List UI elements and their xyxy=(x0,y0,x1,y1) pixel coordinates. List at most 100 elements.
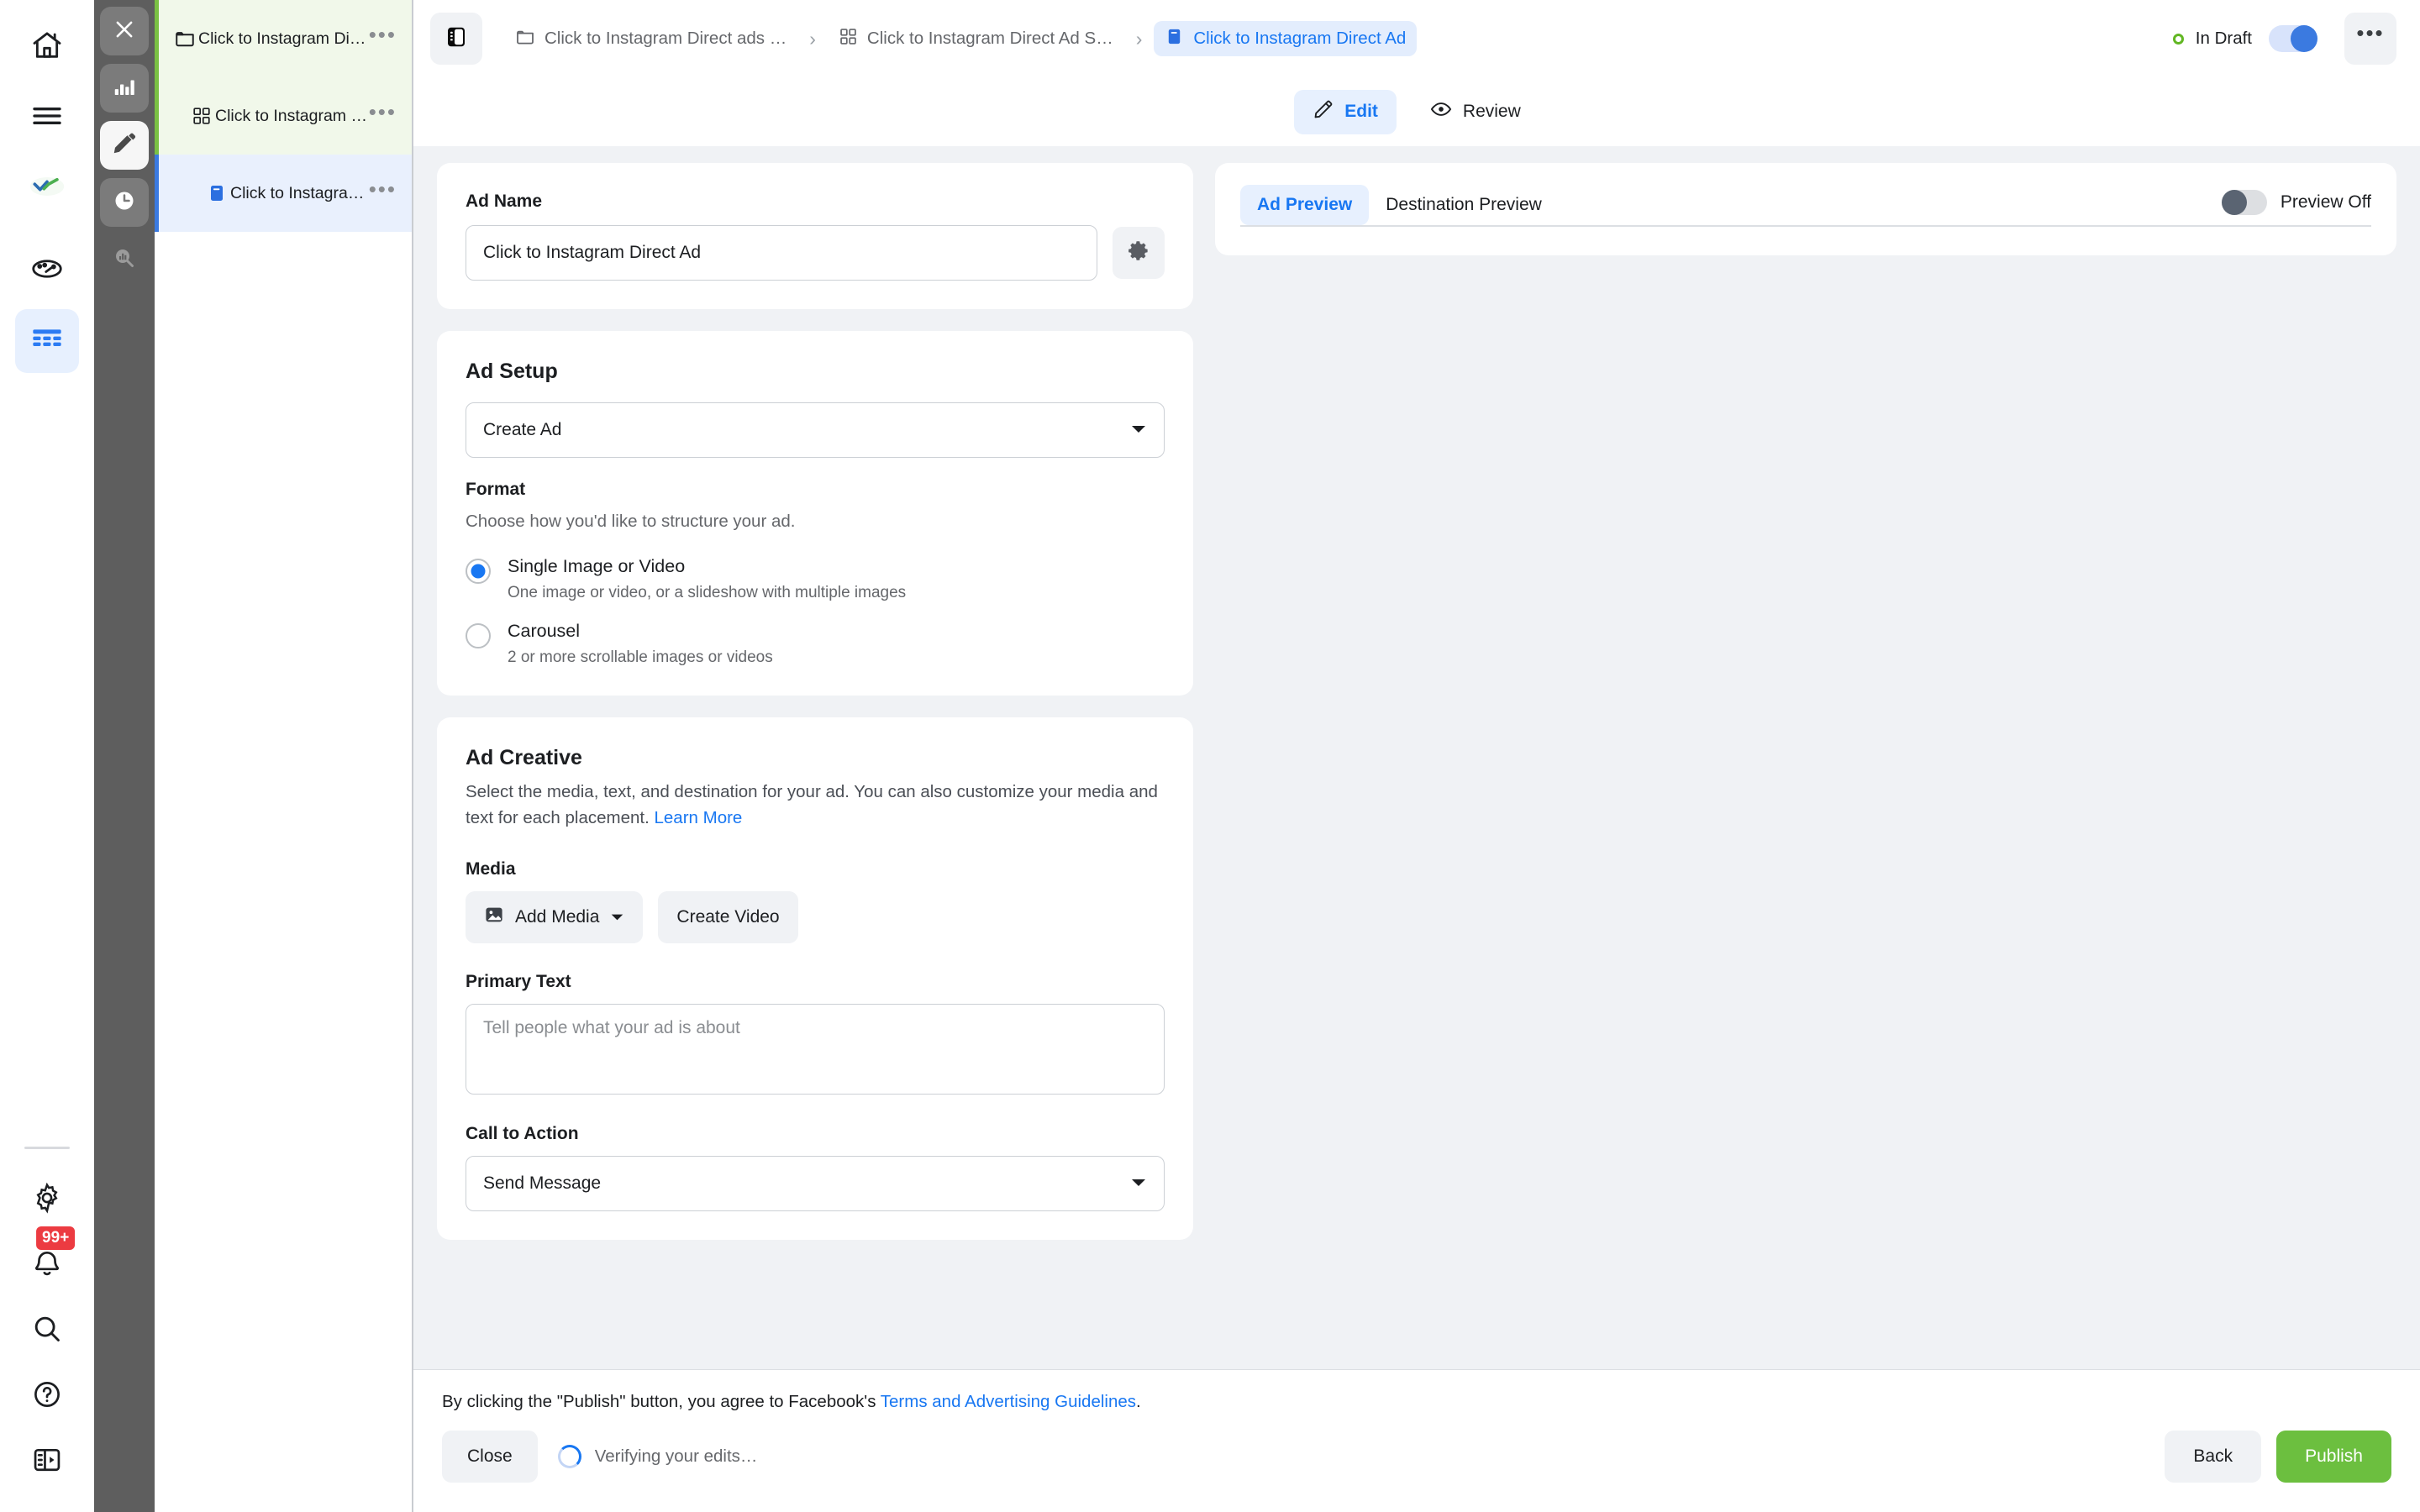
chevron-down-icon xyxy=(1130,420,1147,440)
breadcrumb-item-adset[interactable]: Click to Instagram Direct Ad S… xyxy=(828,21,1124,56)
ad-name-label: Ad Name xyxy=(466,192,543,211)
inspect-button[interactable] xyxy=(100,235,149,284)
breadcrumb-label: Click to Instagram Direct Ad S… xyxy=(866,29,1113,48)
clock-icon xyxy=(112,188,137,218)
back-button[interactable]: Back xyxy=(2165,1431,2262,1483)
format-option-single[interactable]: Single Image or Video One image or video… xyxy=(466,556,1165,602)
bar-chart-icon xyxy=(112,74,137,103)
tree-row-menu-icon[interactable]: ••• xyxy=(369,178,397,202)
create-video-button[interactable]: Create Video xyxy=(658,891,798,944)
pencil-icon xyxy=(1313,99,1334,125)
radio-single-image-or-video[interactable] xyxy=(466,559,491,585)
close-icon xyxy=(112,17,137,46)
charts-button[interactable] xyxy=(100,64,149,113)
sidebar-item-help[interactable] xyxy=(15,1369,79,1423)
radio-carousel[interactable] xyxy=(466,623,491,649)
sidebar-item-collapse-panel[interactable] xyxy=(15,1435,79,1488)
panel-toggle-button[interactable] xyxy=(430,13,482,65)
help-icon xyxy=(31,1378,63,1415)
close-button[interactable]: Close xyxy=(442,1431,538,1483)
tree-row-label: Click to Instagram Direct ads Campaign xyxy=(198,29,369,48)
terms-suffix: . xyxy=(1136,1392,1141,1411)
tree-row-ad[interactable]: Click to Instagram Direct Ad ••• xyxy=(155,155,412,232)
tree-row-adset[interactable]: Click to Instagram Direct Ad Set ••• xyxy=(155,77,412,155)
sidebar-item-brand[interactable] xyxy=(15,156,79,220)
tree-row-menu-icon[interactable]: ••• xyxy=(369,24,397,48)
format-option-carousel[interactable]: Carousel 2 or more scrollable images or … xyxy=(466,621,1165,667)
tab-label: Edit xyxy=(1344,102,1378,121)
dark-tool-rail xyxy=(94,0,155,1512)
ad-setup-select-value: Create Ad xyxy=(483,420,562,439)
preview-toggle-label: Preview Off xyxy=(2280,192,2371,212)
ad-creative-title: Ad Creative xyxy=(466,746,582,770)
folder-icon xyxy=(515,27,535,51)
publish-button[interactable]: Publish xyxy=(2276,1431,2391,1483)
breadcrumb: Click to Instagram Direct ads … › Click … xyxy=(504,21,1418,57)
sidebar-item-home[interactable] xyxy=(15,15,79,79)
campaign-tree-panel: Click to Instagram Direct ads Campaign •… xyxy=(155,0,413,1512)
mode-tabs: Edit Review xyxy=(413,77,2420,146)
tab-ad-preview[interactable]: Ad Preview xyxy=(1240,185,1370,225)
sidebar-item-menu[interactable] xyxy=(15,86,79,150)
sidebar-item-notifications[interactable]: 99+ xyxy=(15,1226,79,1292)
sidebar-item-table[interactable] xyxy=(15,309,79,373)
chevron-down-icon xyxy=(1130,1173,1147,1194)
pencil-icon xyxy=(112,131,137,160)
sidebar-item-search[interactable] xyxy=(15,1304,79,1357)
more-options-button[interactable]: ••• xyxy=(2344,13,2396,65)
footer-right-actions: Back Publish xyxy=(2165,1431,2391,1483)
preview-toggle[interactable] xyxy=(2221,190,2267,215)
tab-edit[interactable]: Edit xyxy=(1294,89,1397,134)
row-status-bar xyxy=(155,77,159,155)
folder-icon xyxy=(171,28,198,50)
chart-search-icon xyxy=(112,245,137,275)
chevron-down-icon xyxy=(610,907,624,927)
chevron-right-icon: › xyxy=(809,27,816,50)
tab-review[interactable]: Review xyxy=(1412,89,1539,134)
sidebar-item-dashboard[interactable] xyxy=(15,239,79,302)
close-button[interactable] xyxy=(100,7,149,55)
ad-icon xyxy=(1165,27,1184,50)
sidebar-item-settings[interactable] xyxy=(15,1173,79,1226)
brand-logo-icon xyxy=(29,168,66,209)
ad-name-settings-button[interactable] xyxy=(1113,227,1165,279)
verifying-status: Verifying your edits… xyxy=(594,1446,758,1466)
home-icon xyxy=(30,29,64,66)
tree-row-menu-icon[interactable]: ••• xyxy=(369,101,397,125)
ad-icon xyxy=(203,183,230,203)
learn-more-link[interactable]: Learn More xyxy=(654,808,742,827)
history-button[interactable] xyxy=(100,178,149,227)
toggle-knob xyxy=(2221,190,2247,215)
eye-icon xyxy=(1430,98,1452,125)
ad-setup-card: Ad Setup Create Ad Format Choose how you… xyxy=(437,331,1193,696)
preview-tabs: Ad Preview Destination Preview Preview O… xyxy=(1240,185,2371,227)
edit-tool-button[interactable] xyxy=(100,121,149,170)
breadcrumb-item-ad[interactable]: Click to Instagram Direct Ad xyxy=(1154,21,1418,56)
notification-badge: 99+ xyxy=(36,1226,76,1250)
primary-text-label: Primary Text xyxy=(466,972,571,992)
panel-toggle-icon xyxy=(444,24,469,54)
row-status-bar xyxy=(155,155,159,232)
tree-row-label: Click to Instagram Direct Ad Set xyxy=(215,106,369,125)
tree-row-campaign[interactable]: Click to Instagram Direct ads Campaign •… xyxy=(155,0,412,77)
media-label: Media xyxy=(466,859,516,879)
menu-icon xyxy=(30,99,64,137)
main-area: Click to Instagram Direct ads … › Click … xyxy=(413,0,2420,1512)
ad-name-input[interactable] xyxy=(466,225,1097,281)
edit-column: Ad Name Click to Instagram Direct Ad Ad … xyxy=(437,163,1193,1369)
status-toggle[interactable] xyxy=(2269,25,2317,52)
breadcrumb-item-campaign[interactable]: Click to Instagram Direct ads … xyxy=(504,21,797,57)
breadcrumb-label: Click to Instagram Direct Ad xyxy=(1193,29,1407,48)
table-icon xyxy=(30,323,64,360)
call-to-action-select[interactable]: Send Message xyxy=(466,1156,1165,1212)
add-media-label: Add Media xyxy=(515,907,600,927)
grid-icon xyxy=(188,106,215,126)
footer-actions: Close Verifying your edits… Back Publish xyxy=(442,1431,2391,1483)
add-media-button[interactable]: Add Media xyxy=(466,891,644,944)
primary-text-input[interactable] xyxy=(466,1004,1165,1095)
ad-setup-select[interactable]: Create Ad xyxy=(466,402,1165,458)
tab-destination-preview[interactable]: Destination Preview xyxy=(1369,185,1559,225)
breadcrumb-label: Click to Instagram Direct ads … xyxy=(544,29,787,48)
gear-icon xyxy=(1128,239,1150,266)
terms-link[interactable]: Terms and Advertising Guidelines xyxy=(881,1392,1136,1411)
